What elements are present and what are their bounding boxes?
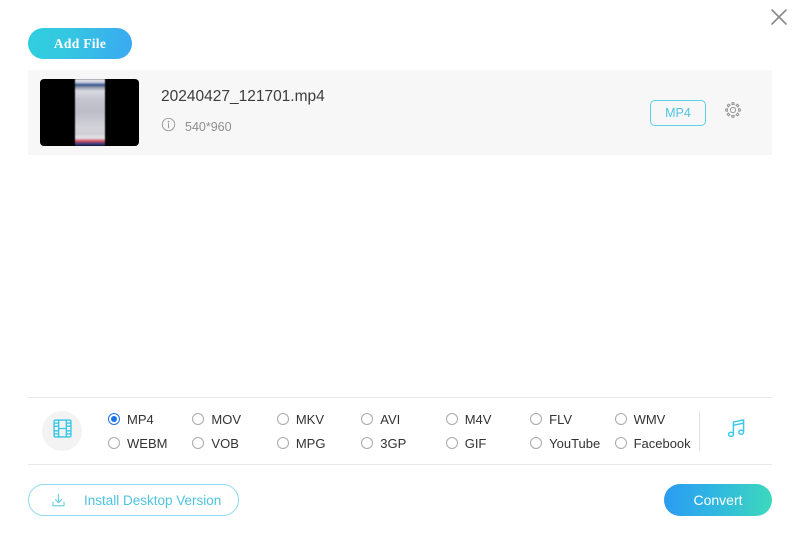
format-option-label: YouTube <box>549 435 601 451</box>
format-option-mkv[interactable]: MKV <box>276 407 361 431</box>
format-options-grid: MP4 MOV MKV AVI M4V FLV WMV WEBM VOB MPG… <box>108 407 699 455</box>
format-option-gif[interactable]: GIF <box>445 431 530 455</box>
format-option-label: M4V <box>464 411 492 427</box>
format-option-vob[interactable]: VOB <box>192 431 276 455</box>
convert-button[interactable]: Convert <box>664 484 772 516</box>
radio-icon <box>614 437 627 449</box>
format-selection-panel: MP4 MOV MKV AVI M4V FLV WMV WEBM VOB MPG… <box>28 397 772 465</box>
format-option-flv[interactable]: FLV <box>530 407 614 431</box>
format-option-label: AVI <box>380 411 401 427</box>
file-dimensions: 540*960 <box>185 119 232 134</box>
info-icon[interactable] <box>161 117 176 137</box>
radio-icon <box>530 437 543 449</box>
file-list-item[interactable]: 20240427_121701.mp4 540*960 MP4 <box>28 70 772 155</box>
format-option-label: MKV <box>295 411 325 427</box>
radio-icon <box>361 437 374 449</box>
install-desktop-version-button[interactable]: Install Desktop Version <box>28 484 239 516</box>
format-option-label: MOV <box>211 411 242 427</box>
file-subinfo: 540*960 <box>161 117 650 137</box>
gear-icon <box>723 100 743 125</box>
close-icon <box>769 7 789 27</box>
format-option-label: 3GP <box>380 435 407 451</box>
format-option-wmv[interactable]: WMV <box>614 407 699 431</box>
music-note-icon <box>723 416 749 447</box>
radio-icon <box>445 437 458 449</box>
video-converter-app: Add File 20240427_121701.mp4 540*960 MP4 <box>0 0 800 536</box>
radio-icon <box>192 413 205 425</box>
file-name: 20240427_121701.mp4 <box>161 88 325 106</box>
format-option-facebook[interactable]: Facebook <box>614 431 699 455</box>
format-option-label: Facebook <box>633 435 691 451</box>
radio-icon <box>108 413 120 425</box>
video-category-button[interactable] <box>42 411 82 451</box>
format-option-label: MPG <box>295 435 326 451</box>
format-option-label: WEBM <box>127 435 168 451</box>
audio-category-button[interactable] <box>700 416 772 447</box>
output-format-badge[interactable]: MP4 <box>650 99 706 126</box>
format-option-label: WMV <box>633 411 666 427</box>
close-button[interactable] <box>764 2 794 32</box>
add-file-area: Add File <box>28 28 132 59</box>
format-option-webm[interactable]: WEBM <box>108 431 192 455</box>
radio-icon <box>276 413 289 425</box>
format-option-label: FLV <box>549 411 573 427</box>
radio-icon <box>192 437 205 449</box>
format-option-youtube[interactable]: YouTube <box>530 431 614 455</box>
format-option-mp4[interactable]: MP4 <box>108 407 192 431</box>
radio-icon <box>445 413 458 425</box>
format-option-avi[interactable]: AVI <box>361 407 445 431</box>
format-option-mpg[interactable]: MPG <box>276 431 361 455</box>
file-info: 20240427_121701.mp4 540*960 <box>161 88 650 136</box>
video-thumbnail-frame <box>74 79 105 146</box>
format-option-label: MP4 <box>127 411 154 427</box>
format-option-3gp[interactable]: 3GP <box>361 431 445 455</box>
format-option-mov[interactable]: MOV <box>192 407 276 431</box>
radio-icon <box>530 413 543 425</box>
format-option-label: GIF <box>464 435 487 451</box>
radio-icon <box>361 413 374 425</box>
film-strip-icon <box>51 417 74 445</box>
format-option-m4v[interactable]: M4V <box>445 407 530 431</box>
install-button-label: Install Desktop Version <box>84 492 222 508</box>
download-icon <box>49 491 68 510</box>
settings-button[interactable] <box>720 100 746 126</box>
format-option-label: VOB <box>211 435 239 451</box>
radio-icon <box>614 413 627 425</box>
radio-icon <box>276 437 289 449</box>
radio-icon <box>108 437 120 449</box>
file-row-actions: MP4 <box>650 99 746 126</box>
video-thumbnail <box>40 79 139 146</box>
add-file-button[interactable]: Add File <box>28 28 132 59</box>
